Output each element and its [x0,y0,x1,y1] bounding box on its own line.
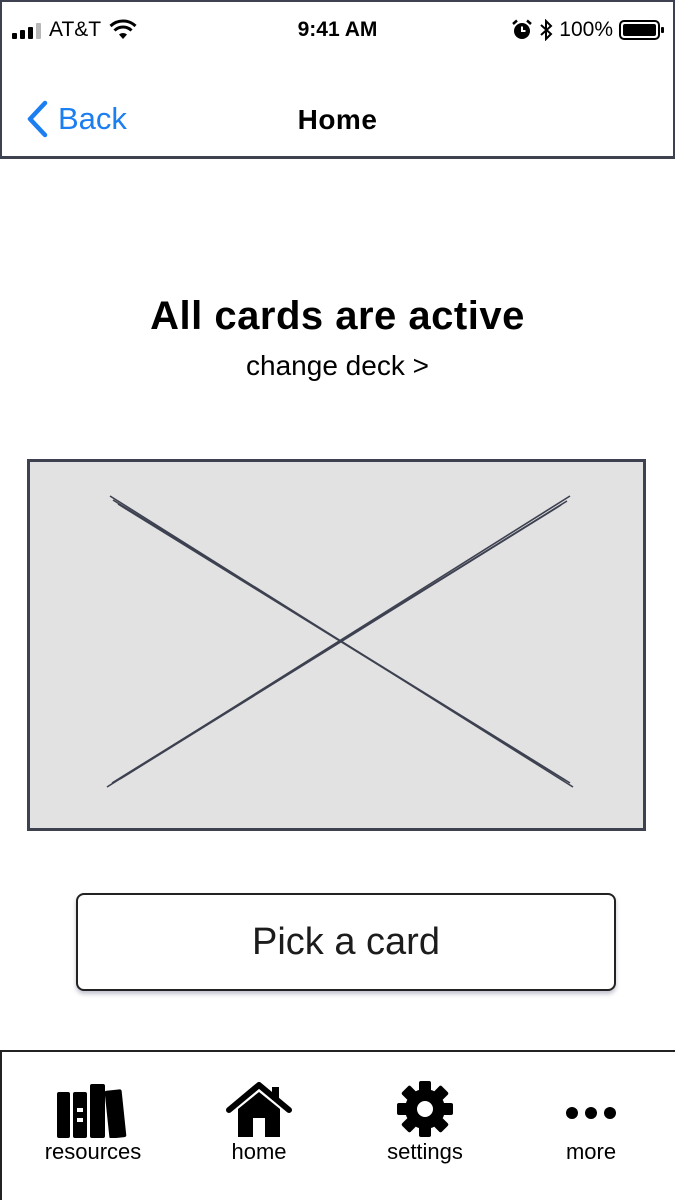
tab-more[interactable]: more [508,1052,674,1200]
alarm-icon [512,19,533,39]
tab-label-resources: resources [44,1139,142,1164]
tab-home[interactable]: home [176,1052,342,1200]
status-right: 100% [511,16,665,44]
tab-label-settings: settings [387,1139,463,1164]
tab-label-home: home [231,1139,287,1164]
navigation-bar: Back Home [2,62,673,156]
card-image-placeholder [27,459,646,831]
battery-icon [619,20,664,40]
bluetooth-icon [540,19,553,41]
gear-icon [397,1081,453,1137]
tab-resources[interactable]: resources [10,1052,176,1200]
change-deck-link[interactable]: change deck > [0,348,675,384]
tab-settings[interactable]: settings [342,1052,508,1200]
top-bar: AT&T 9:41 AM 100% Back Home [0,0,675,159]
tab-bar: resources home settings more [0,1050,675,1200]
tab-label-more: more [565,1139,617,1164]
more-icon [566,1107,616,1119]
battery-percent: 100% [559,18,613,41]
page-title: Home [297,104,378,135]
books-icon [57,1084,127,1138]
status-bar: AT&T 9:41 AM 100% [2,2,673,62]
placeholder-cross-icon [106,495,574,788]
pick-card-button[interactable]: Pick a card [76,893,616,991]
home-icon [226,1082,292,1137]
status-headline: All cards are active [150,294,525,338]
pick-card-label: Pick a card [252,921,440,963]
